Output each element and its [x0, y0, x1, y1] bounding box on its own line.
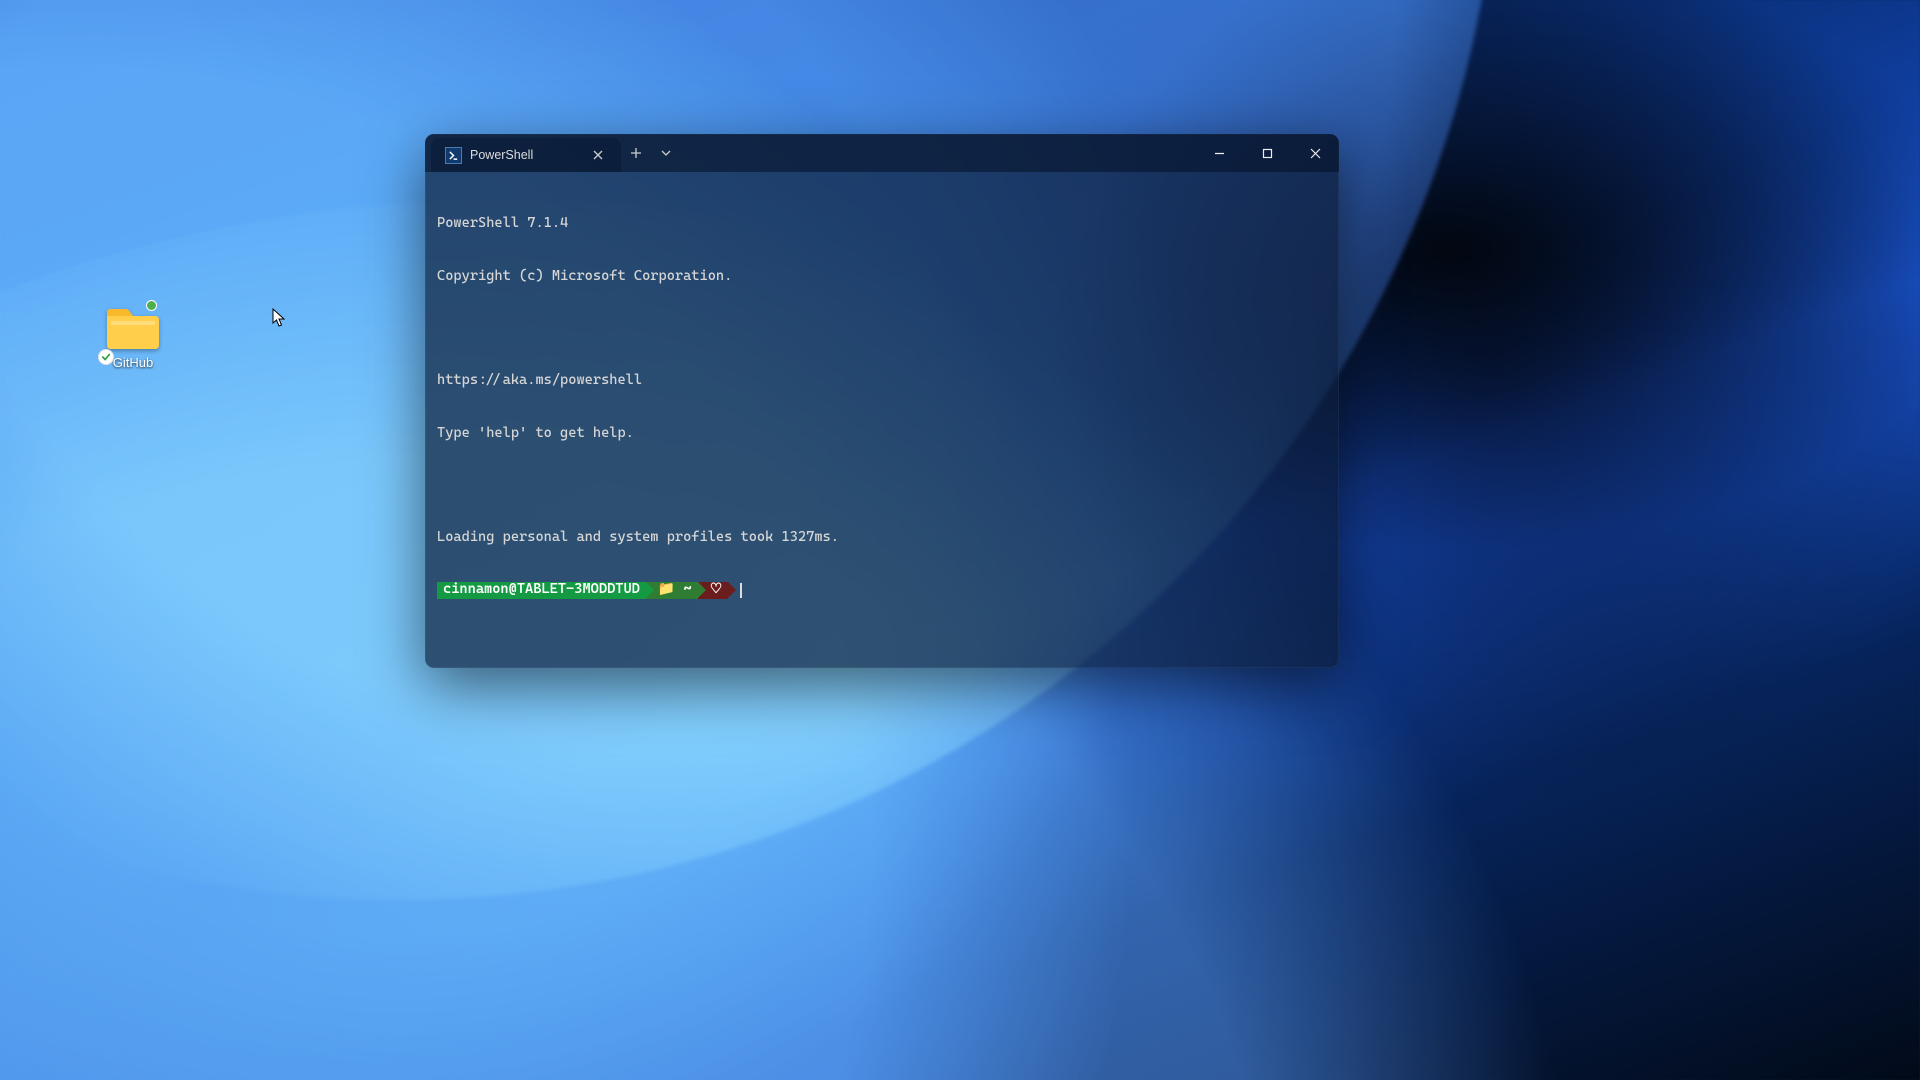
- window-maximize-button[interactable]: [1243, 134, 1291, 172]
- terminal-line: [437, 320, 1327, 337]
- new-tab-button[interactable]: [621, 134, 651, 172]
- prompt-host-segment: cinnamon@TABLET-3MODDTUD: [437, 582, 646, 599]
- terminal-line: Loading personal and system profiles too…: [437, 529, 1327, 547]
- terminal-line: PowerShell 7.1.4: [437, 215, 1327, 233]
- terminal-prompt[interactable]: cinnamon@TABLET-3MODDTUD 📁 ~ ♡: [437, 582, 1327, 599]
- powershell-icon: [445, 147, 462, 164]
- folder-icon: [105, 305, 161, 351]
- tab-dropdown-button[interactable]: [651, 134, 681, 172]
- window-close-button[interactable]: [1291, 134, 1339, 172]
- close-icon: [593, 150, 603, 160]
- sync-checkmark-overlay: [98, 349, 114, 365]
- titlebar-drag-region[interactable]: [681, 134, 1195, 172]
- tab-powershell[interactable]: PowerShell: [431, 138, 621, 172]
- minimize-icon: [1214, 148, 1225, 159]
- tab-title: PowerShell: [470, 148, 533, 162]
- terminal-cursor: [740, 583, 742, 598]
- plus-icon: [630, 147, 642, 159]
- terminal-line: Copyright (c) Microsoft Corporation.: [437, 268, 1327, 286]
- terminal-line: https://aka.ms/powershell: [437, 372, 1327, 390]
- terminal-body[interactable]: PowerShell 7.1.4 Copyright (c) Microsoft…: [425, 172, 1339, 646]
- tab-close-button[interactable]: [587, 144, 609, 166]
- sync-status-badge: [146, 300, 157, 311]
- window-minimize-button[interactable]: [1195, 134, 1243, 172]
- window-titlebar[interactable]: PowerShell: [425, 134, 1339, 172]
- desktop-folder-github[interactable]: GitHub: [92, 305, 174, 370]
- terminal-line: Type 'help' to get help.: [437, 425, 1327, 443]
- chevron-down-icon: [661, 148, 671, 158]
- terminal-line: [437, 477, 1327, 494]
- maximize-icon: [1262, 148, 1273, 159]
- terminal-window[interactable]: PowerShell PowerShell 7.1.4 Copyright (c…: [425, 134, 1339, 668]
- mouse-cursor: [272, 308, 286, 328]
- close-icon: [1310, 148, 1321, 159]
